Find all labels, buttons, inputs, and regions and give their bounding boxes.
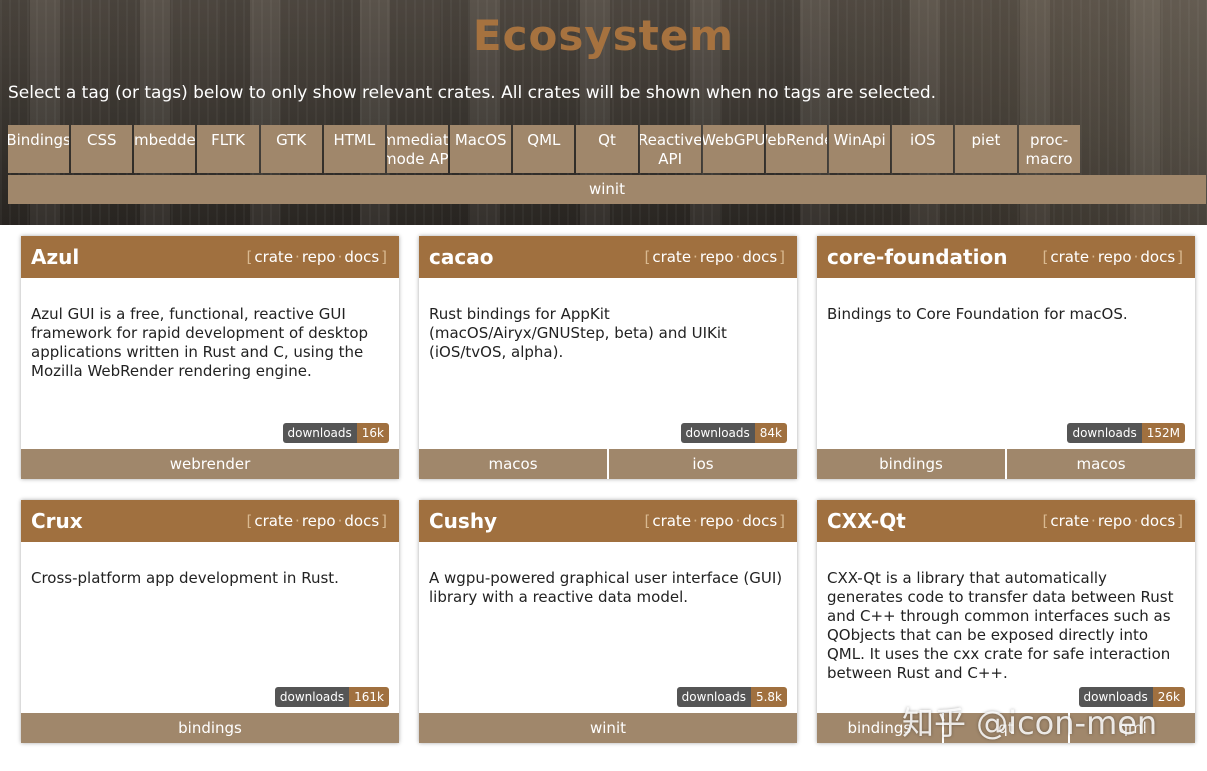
crate-tags: webrender [21, 449, 399, 479]
crate-description: Azul GUI is a free, functional, reactive… [31, 305, 369, 380]
docs-link[interactable]: docs [1140, 512, 1175, 530]
downloads-count: 26k [1152, 687, 1185, 707]
tag-immediate-mode-api[interactable]: Immediate mode API [386, 125, 449, 173]
downloads-badge: downloads 152M [1067, 423, 1185, 443]
crate-tag-macos[interactable]: macos [1007, 449, 1195, 479]
crate-tags: macos ios [419, 449, 797, 479]
downloads-badge: downloads 161k [274, 687, 389, 707]
tag-bindings[interactable]: Bindings [8, 125, 70, 173]
repo-link[interactable]: repo [302, 248, 336, 266]
downloads-badge: downloads 84k [680, 423, 787, 443]
crate-card-crux: Crux [crate · repo · docs] Cross-platform ap… [21, 500, 399, 743]
tag-proc-macro[interactable]: proc-macro [1018, 125, 1080, 173]
tag-qml[interactable]: QML [513, 125, 575, 173]
repo-link[interactable]: repo [1098, 248, 1132, 266]
tag-winit[interactable]: winit [8, 175, 1206, 204]
hero-banner: Ecosystem Select a tag (or tags) below t… [0, 0, 1207, 225]
downloads-label: downloads [274, 687, 350, 707]
crate-name: Crux [31, 509, 83, 533]
tag-qt[interactable]: Qt [576, 125, 638, 173]
crate-description: A wgpu-powered graphical user interface … [429, 569, 783, 606]
downloads-count: 84k [754, 423, 787, 443]
page-subtitle: Select a tag (or tags) below to only sho… [8, 83, 937, 103]
docs-link[interactable]: docs [344, 248, 379, 266]
crate-tags: winit [419, 713, 797, 743]
downloads-badge: downloads 5.8k [676, 687, 787, 707]
crate-card-header: cacao [crate · repo · docs] [419, 236, 797, 278]
crate-tag-ios[interactable]: ios [609, 449, 797, 479]
repo-link[interactable]: repo [302, 512, 336, 530]
docs-link[interactable]: docs [742, 248, 777, 266]
crate-card-header: Azul [crate · repo · docs] [21, 236, 399, 278]
tag-css[interactable]: CSS [71, 125, 133, 173]
tag-piet[interactable]: piet [955, 125, 1017, 173]
crate-name: Cushy [429, 509, 498, 533]
crate-card-azul: Azul [crate · repo · docs] Azul GUI is a fre… [21, 236, 399, 479]
tag-macos[interactable]: MacOS [450, 125, 512, 173]
crate-tag-bindings[interactable]: bindings [21, 713, 399, 743]
crate-link[interactable]: crate [1050, 248, 1089, 266]
downloads-label: downloads [680, 423, 755, 443]
crate-links: [crate · repo · docs] [246, 512, 387, 530]
docs-link[interactable]: docs [344, 512, 379, 530]
crate-name: core-foundation [827, 245, 1008, 269]
crate-links: [crate · repo · docs] [246, 248, 387, 266]
crate-tag-winit[interactable]: winit [419, 713, 797, 743]
crate-name: cacao [429, 245, 494, 269]
tag-webgpu[interactable]: WebGPU [702, 125, 764, 173]
tag-reactive-api[interactable]: Reactive API [639, 125, 701, 173]
crate-links: [crate · repo · docs] [644, 248, 785, 266]
crate-tags: bindings [21, 713, 399, 743]
downloads-label: downloads [676, 687, 751, 707]
tag-html[interactable]: HTML [323, 125, 385, 173]
tag-fltk[interactable]: FLTK [197, 125, 259, 173]
downloads-label: downloads [1067, 423, 1142, 443]
crate-description: Cross-platform app development in Rust. [31, 569, 339, 587]
crate-link[interactable]: crate [652, 248, 691, 266]
docs-link[interactable]: docs [742, 512, 777, 530]
downloads-count: 161k [349, 687, 389, 707]
crate-description: Bindings to Core Foundation for macOS. [827, 305, 1128, 323]
tag-winapi[interactable]: WinApi [829, 125, 891, 173]
tag-webrender[interactable]: WebRender [765, 125, 828, 173]
crate-description: CXX-Qt is a library that automatically g… [827, 569, 1174, 682]
crate-link[interactable]: crate [254, 248, 293, 266]
crate-card-header: CXX-Qt [crate · repo · docs] [817, 500, 1195, 542]
crate-card-header: Cushy [crate · repo · docs] [419, 500, 797, 542]
downloads-label: downloads [282, 423, 357, 443]
crate-card-header: Crux [crate · repo · docs] [21, 500, 399, 542]
crate-link[interactable]: crate [1050, 512, 1089, 530]
crate-name: Azul [31, 245, 80, 269]
repo-link[interactable]: repo [700, 512, 734, 530]
repo-link[interactable]: repo [700, 248, 734, 266]
crate-link[interactable]: crate [254, 512, 293, 530]
crate-name: CXX-Qt [827, 509, 906, 533]
crate-card-cushy: Cushy [crate · repo · docs] A wgpu-powered g… [419, 500, 797, 743]
page-title: Ecosystem [472, 11, 735, 60]
crate-description: Rust bindings for AppKit (macOS/Airyx/GN… [429, 305, 727, 361]
crate-links: [crate · repo · docs] [1042, 248, 1183, 266]
crate-card-header: core-foundation [crate · repo · docs] [817, 236, 1195, 278]
crate-tag-webrender[interactable]: webrender [21, 449, 399, 479]
downloads-badge: downloads 16k [282, 423, 389, 443]
crate-tags: bindings macos [817, 449, 1195, 479]
tag-embedded[interactable]: Embedded [134, 125, 196, 173]
downloads-count: 152M [1141, 423, 1185, 443]
downloads-count: 16k [356, 423, 389, 443]
crate-tag-bindings[interactable]: bindings [817, 449, 1005, 479]
tag-filter-grid: Bindings CSS Embedded FLTK GTK HTML Imme… [8, 125, 1206, 223]
docs-link[interactable]: docs [1140, 248, 1175, 266]
repo-link[interactable]: repo [1098, 512, 1132, 530]
crate-tag-macos[interactable]: macos [419, 449, 607, 479]
watermark: 知乎 @icon-men [902, 704, 1158, 742]
crate-links: [crate · repo · docs] [644, 512, 785, 530]
crate-card-cacao: cacao [crate · repo · docs] Rust bindings fo… [419, 236, 797, 479]
crate-links: [crate · repo · docs] [1042, 512, 1183, 530]
crate-card-core-foundation: core-foundation [crate · repo · docs] Bindin… [817, 236, 1195, 479]
crate-link[interactable]: crate [652, 512, 691, 530]
downloads-count: 5.8k [750, 687, 787, 707]
tag-gtk[interactable]: GTK [260, 125, 322, 173]
tag-ios[interactable]: iOS [892, 125, 954, 173]
